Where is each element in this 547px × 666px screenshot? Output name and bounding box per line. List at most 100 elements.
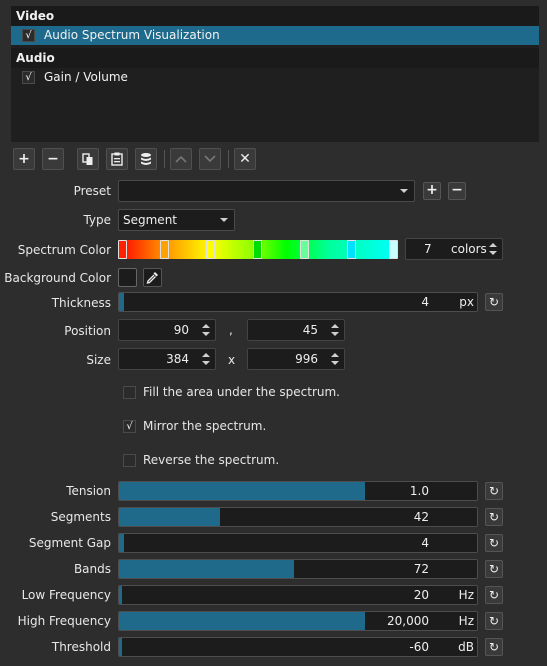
color-stop[interactable] — [347, 240, 356, 259]
spin-down-icon[interactable] — [331, 332, 339, 336]
spin-down-icon[interactable] — [202, 361, 210, 365]
type-label: Type — [83, 213, 111, 227]
save-preset-button[interactable] — [135, 148, 157, 170]
segment-gap-reset-button[interactable]: ↻ — [485, 534, 503, 552]
high-frequency-slider[interactable]: 20,000 Hz — [118, 611, 478, 631]
chevron-up-icon — [175, 155, 187, 163]
spin-up-icon[interactable] — [202, 353, 210, 357]
segments-value: 42 — [413, 510, 429, 524]
color-stop[interactable] — [300, 240, 309, 259]
spin-up-icon[interactable] — [331, 353, 339, 357]
tension-reset-button[interactable]: ↻ — [485, 482, 503, 500]
close-filter-button[interactable]: ✕ — [234, 148, 256, 170]
color-count-spinbox[interactable]: 7 colors — [405, 238, 503, 260]
copy-filter-button[interactable] — [77, 148, 99, 170]
reverse-checkbox[interactable] — [123, 454, 136, 467]
color-stop[interactable] — [118, 240, 127, 259]
filter-item-label: Audio Spectrum Visualization — [44, 28, 220, 42]
thickness-reset-button[interactable]: ↻ — [485, 293, 503, 311]
bands-slider[interactable]: 72 — [118, 559, 478, 579]
bands-reset-button[interactable]: ↻ — [485, 560, 503, 578]
filter-enable-checkbox[interactable]: √ — [22, 71, 35, 84]
color-stop[interactable] — [160, 240, 169, 259]
tension-label: Tension — [66, 484, 111, 498]
spin-arrows[interactable] — [486, 240, 500, 258]
position-x-spinbox[interactable]: 90 — [118, 319, 216, 341]
color-stop[interactable] — [253, 240, 262, 259]
move-up-button[interactable] — [170, 148, 192, 170]
segments-reset-button[interactable]: ↻ — [485, 508, 503, 526]
reverse-checkbox-label: Reverse the spectrum. — [143, 453, 280, 467]
tension-value: 1.0 — [409, 484, 429, 498]
fill-checkbox[interactable] — [123, 386, 136, 399]
eyedropper-icon — [146, 272, 158, 284]
position-label: Position — [64, 324, 111, 338]
paste-filter-button[interactable] — [106, 148, 128, 170]
threshold-reset-button[interactable]: ↻ — [485, 638, 503, 656]
position-y-spinbox[interactable]: 45 — [247, 319, 345, 341]
size-h-spinbox[interactable]: 996 — [247, 348, 345, 370]
slider-fill — [119, 482, 365, 500]
remove-filter-button[interactable]: − — [42, 148, 64, 170]
tension-slider[interactable]: 1.0 — [118, 481, 478, 501]
filter-item-audio-spectrum[interactable]: √ Audio Spectrum Visualization — [11, 26, 539, 45]
position-y-value: 45 — [302, 323, 318, 337]
spectrum-gradient[interactable] — [118, 240, 398, 259]
color-picker-button[interactable] — [143, 268, 162, 287]
color-stop[interactable] — [206, 240, 215, 259]
segments-label: Segments — [50, 510, 111, 524]
group-header-video: Video — [11, 6, 539, 26]
high-frequency-reset-button[interactable]: ↻ — [485, 612, 503, 630]
threshold-unit: dB — [458, 640, 474, 654]
spin-down-icon[interactable] — [489, 251, 497, 255]
move-down-button[interactable] — [199, 148, 221, 170]
spin-arrows[interactable] — [328, 350, 342, 368]
slider-fill — [119, 638, 122, 656]
low-frequency-reset-button[interactable]: ↻ — [485, 586, 503, 604]
spin-up-icon[interactable] — [202, 324, 210, 328]
filter-list[interactable]: Video √ Audio Spectrum Visualization Aud… — [11, 6, 539, 142]
chevron-down-icon — [204, 155, 216, 163]
preset-label: Preset — [73, 184, 111, 198]
add-filter-button[interactable]: + — [13, 148, 35, 170]
thickness-slider[interactable]: 4 px — [118, 292, 478, 312]
spin-down-icon[interactable] — [202, 332, 210, 336]
color-count-value: 7 — [424, 242, 432, 256]
thickness-value: 4 — [421, 295, 429, 309]
type-value: Segment — [123, 213, 177, 227]
position-x-value: 90 — [173, 323, 189, 337]
high-frequency-unit: Hz — [458, 614, 474, 628]
spin-up-icon[interactable] — [489, 243, 497, 247]
mirror-checkbox-label: Mirror the spectrum. — [143, 419, 267, 433]
threshold-slider[interactable]: -60 dB — [118, 637, 478, 657]
preset-combo[interactable] — [118, 180, 415, 202]
color-stop[interactable] — [389, 240, 398, 259]
spin-arrows[interactable] — [199, 321, 213, 339]
segments-slider[interactable]: 42 — [118, 507, 478, 527]
filter-item-gain-volume[interactable]: √ Gain / Volume — [11, 68, 539, 87]
low-frequency-unit: Hz — [458, 588, 474, 602]
slider-fill — [119, 508, 220, 526]
segment-gap-label: Segment Gap — [28, 536, 111, 550]
spin-arrows[interactable] — [328, 321, 342, 339]
spin-up-icon[interactable] — [331, 324, 339, 328]
filter-item-label: Gain / Volume — [44, 70, 128, 84]
toolbar-separator — [228, 150, 229, 168]
type-combo[interactable]: Segment — [118, 209, 235, 231]
spin-arrows[interactable] — [199, 350, 213, 368]
mirror-checkbox[interactable]: √ — [123, 420, 136, 433]
size-w-spinbox[interactable]: 384 — [118, 348, 216, 370]
segment-gap-slider[interactable]: 4 — [118, 533, 478, 553]
database-icon — [141, 153, 151, 165]
filter-enable-checkbox[interactable]: √ — [22, 29, 35, 42]
add-preset-button[interactable]: + — [423, 182, 441, 200]
size-separator: x — [228, 353, 236, 367]
chevron-down-icon — [220, 218, 228, 222]
remove-preset-button[interactable]: − — [448, 182, 466, 200]
background-color-swatch[interactable] — [118, 268, 137, 287]
spin-down-icon[interactable] — [331, 361, 339, 365]
position-separator: , — [229, 323, 233, 337]
low-frequency-slider[interactable]: 20 Hz — [118, 585, 478, 605]
bands-value: 72 — [413, 562, 429, 576]
low-frequency-label: Low Frequency — [21, 588, 111, 602]
